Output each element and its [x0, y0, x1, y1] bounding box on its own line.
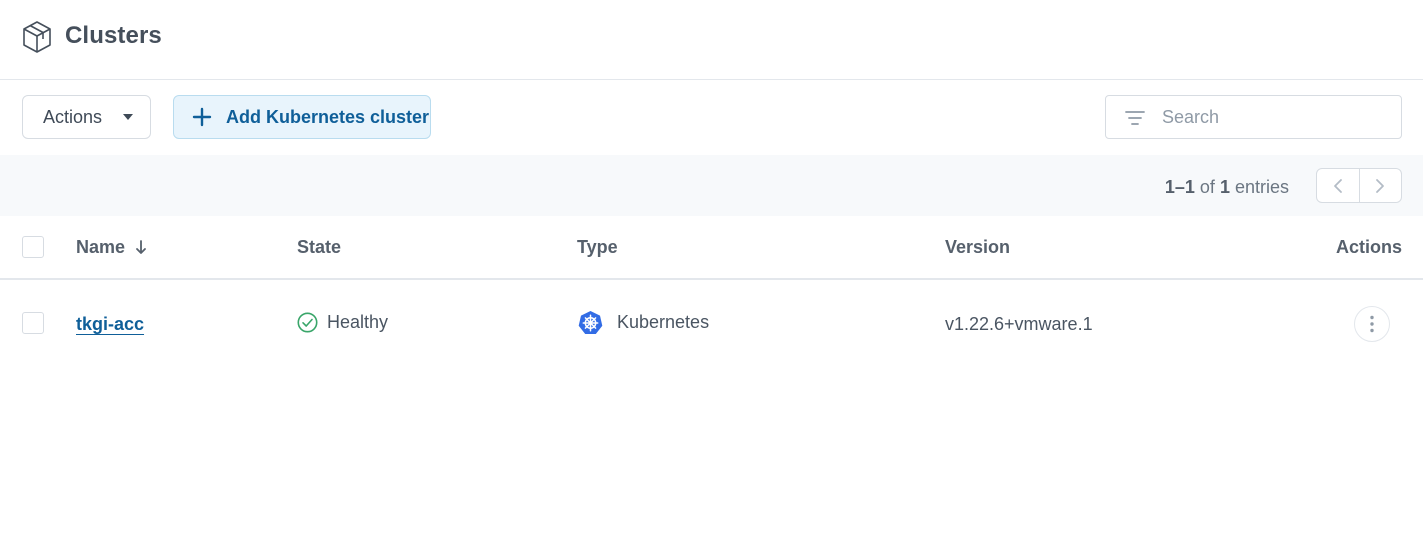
more-vertical-icon: [1370, 315, 1374, 333]
table-header: Name State Type Version Actions: [0, 216, 1423, 280]
cluster-type: Kubernetes: [578, 310, 709, 335]
sort-descending-icon: [136, 240, 146, 254]
table-row: tkgi-acc Healthy Kubernetes v1.22.6+vmwa…: [0, 280, 1423, 368]
page-header: Clusters: [0, 0, 1423, 80]
chevron-left-icon: [1334, 178, 1342, 193]
column-header-actions: Actions: [1335, 237, 1402, 257]
row-actions-button[interactable]: [1354, 306, 1390, 342]
cluster-name-link[interactable]: tkgi-acc: [76, 314, 144, 335]
plus-icon: [192, 107, 212, 127]
select-all-checkbox[interactable]: [22, 236, 44, 258]
entries-total: 1: [1219, 177, 1230, 197]
column-header-type[interactable]: Type: [577, 237, 618, 258]
actions-dropdown-label: Actions: [43, 107, 103, 127]
entries-range: 1–1: [1164, 177, 1195, 197]
search-box[interactable]: [1105, 95, 1402, 139]
cluster-version: v1.22.6+vmware.1: [945, 314, 1093, 334]
add-kubernetes-cluster-button[interactable]: Add Kubernetes cluster: [173, 95, 431, 139]
entries-count: 1–1 of 1 entries: [1165, 177, 1289, 198]
cube-icon: [23, 21, 51, 53]
entries-of: of: [1199, 177, 1215, 197]
page-title: Clusters: [65, 22, 162, 49]
caret-down-icon: [123, 114, 133, 120]
row-select-checkbox[interactable]: [22, 312, 44, 334]
chevron-right-icon: [1376, 178, 1385, 193]
add-kubernetes-cluster-label: Add Kubernetes cluster: [226, 107, 430, 127]
next-page-button[interactable]: [1358, 169, 1401, 202]
cluster-type-label: Kubernetes: [617, 312, 710, 332]
pagination-bar: 1–1 of 1 entries: [0, 155, 1423, 216]
cluster-state-label: Healthy: [327, 312, 389, 332]
column-header-version[interactable]: Version: [945, 237, 1010, 258]
previous-page-button[interactable]: [1317, 169, 1359, 202]
pagination-controls: [1316, 168, 1402, 203]
cluster-state: Healthy: [297, 312, 388, 333]
column-header-state[interactable]: State: [297, 237, 341, 258]
search-input[interactable]: [1162, 105, 1382, 129]
column-header-name[interactable]: Name: [76, 237, 147, 258]
filter-icon: [1125, 111, 1145, 125]
check-circle-icon: [297, 312, 318, 333]
column-header-name-label: Name: [76, 237, 126, 257]
actions-dropdown-button[interactable]: Actions: [22, 95, 151, 139]
kubernetes-icon: [578, 311, 603, 334]
entries-suffix: entries: [1234, 177, 1289, 197]
